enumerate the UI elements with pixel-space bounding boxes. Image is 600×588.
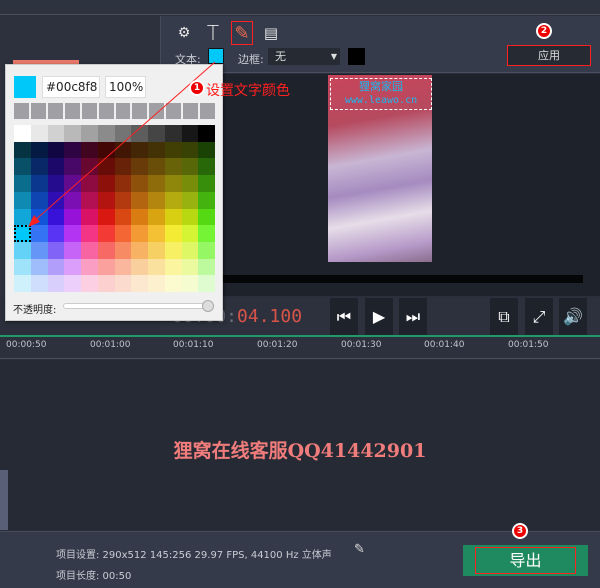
annotation-arrow	[28, 61, 216, 227]
step-1-text: 设置文字颜色	[206, 83, 290, 99]
step-1-badge: 1	[189, 80, 205, 96]
arrow-line	[32, 61, 216, 223]
